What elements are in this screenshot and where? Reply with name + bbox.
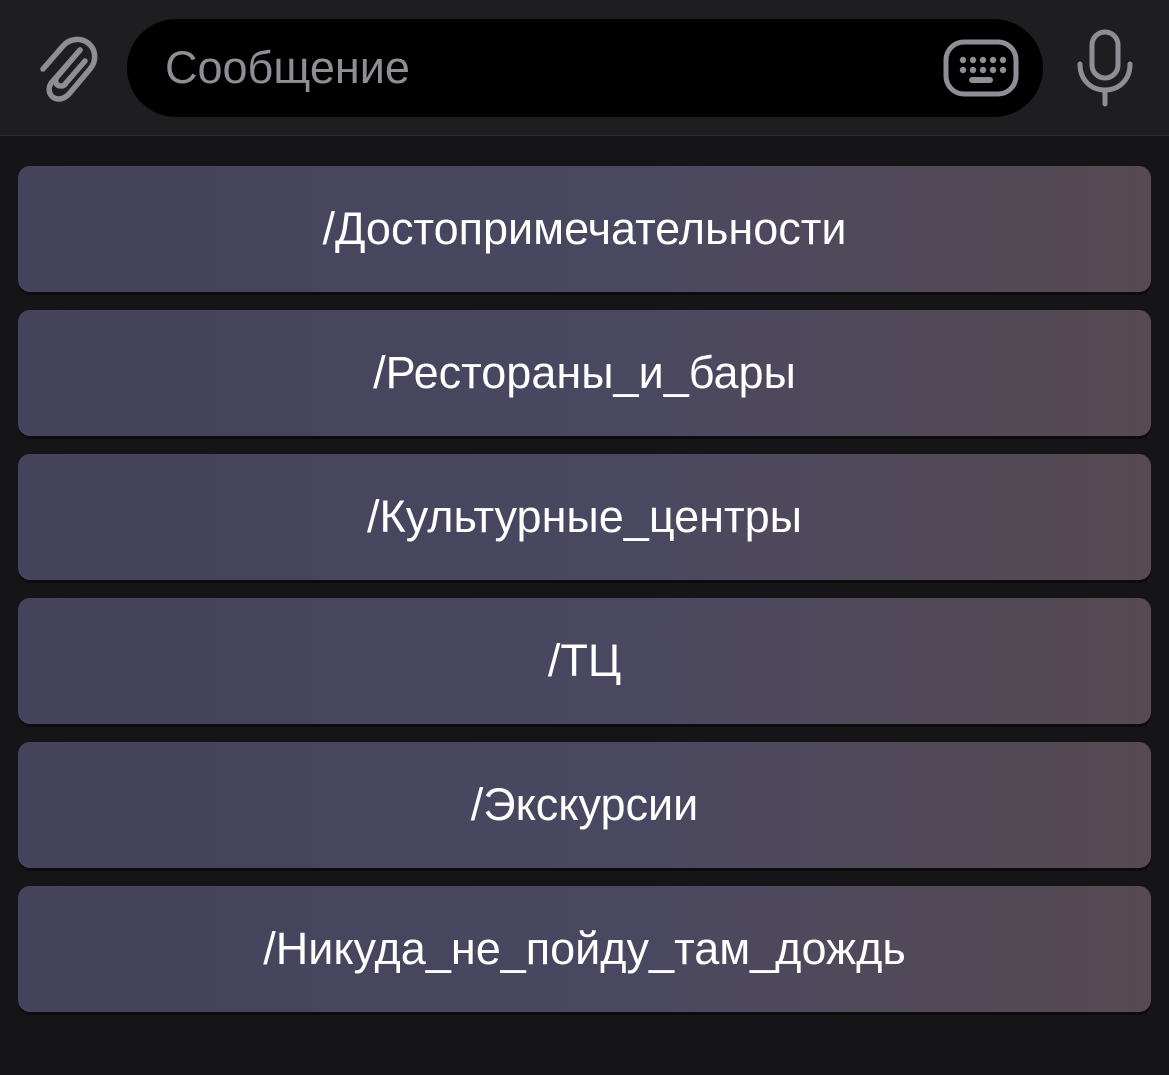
keyboard-icon[interactable]: [941, 36, 1021, 100]
command-button-excursions[interactable]: /Экскурсии: [18, 742, 1151, 868]
command-button-shopping-centers[interactable]: /ТЦ: [18, 598, 1151, 724]
command-button-cultural-centers[interactable]: /Культурные_центры: [18, 454, 1151, 580]
message-composer-bar: [0, 0, 1169, 136]
message-input[interactable]: [165, 19, 925, 117]
paperclip-icon[interactable]: [30, 28, 100, 106]
reply-keyboard: /Достопримечательности /Рестораны_и_бары…: [0, 136, 1169, 1075]
message-field[interactable]: [127, 19, 1043, 117]
command-button-restaurants-and-bars[interactable]: /Рестораны_и_бары: [18, 310, 1151, 436]
command-button-sights[interactable]: /Достопримечательности: [18, 166, 1151, 292]
command-button-stay-home-rain[interactable]: /Никуда_не_пойду_там_дождь: [18, 886, 1151, 1012]
microphone-icon[interactable]: [1074, 28, 1136, 108]
